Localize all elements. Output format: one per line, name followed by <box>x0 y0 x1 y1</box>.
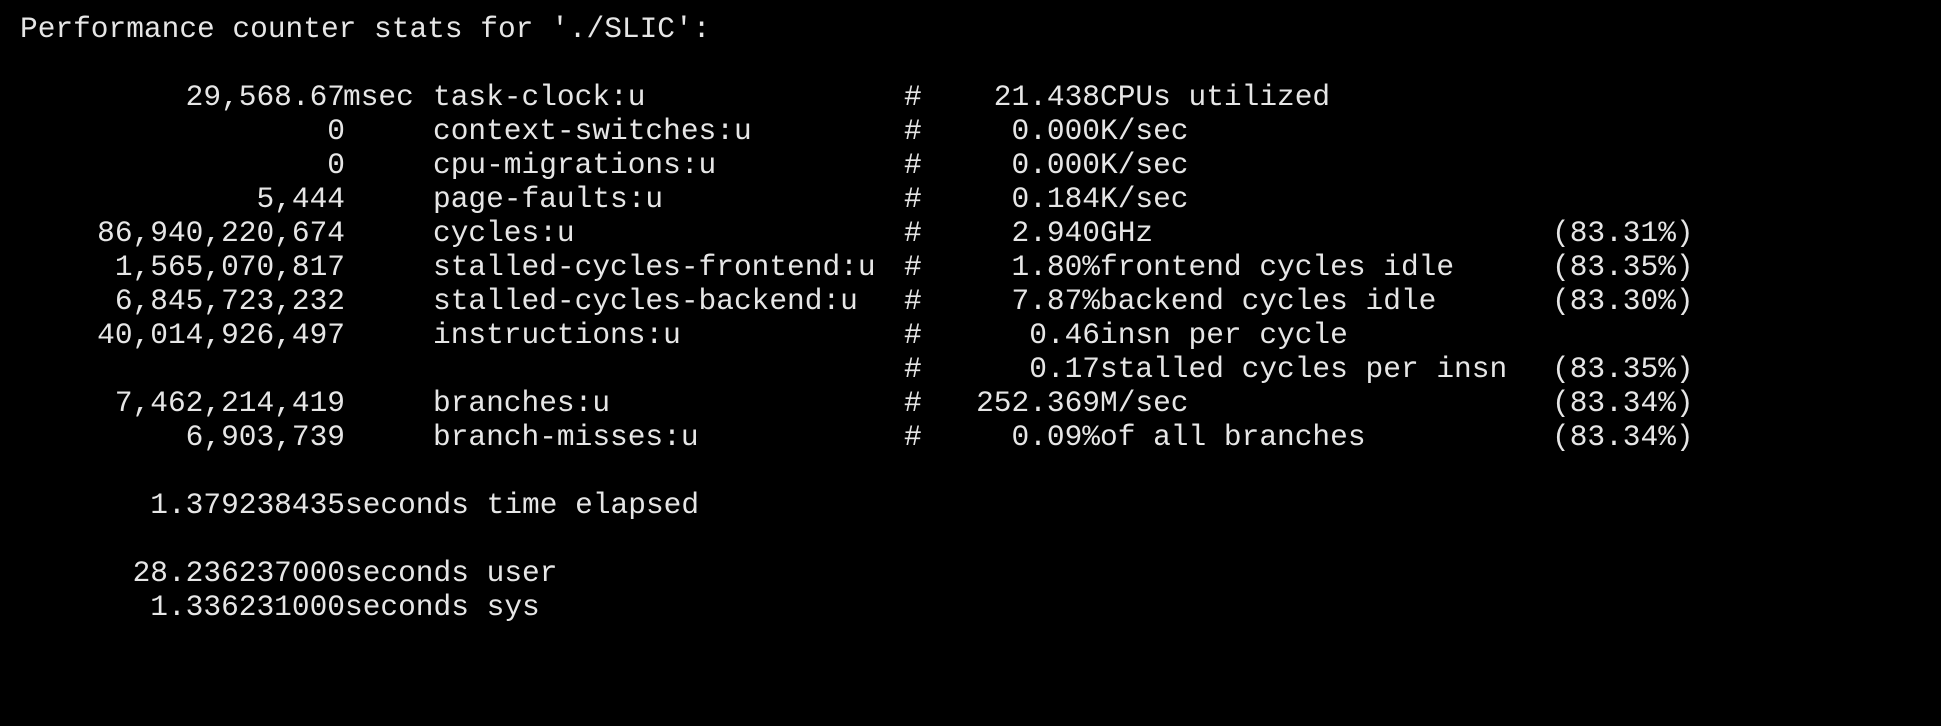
sys-time-value: 1.336231000 <box>150 590 345 624</box>
counter-metric-value: 2.940 <box>1011 216 1100 250</box>
comment-hash: # <box>904 148 922 182</box>
sys-time-label: seconds sys <box>345 590 540 624</box>
counter-row: 1,565,070,817 stalled-cycles-frontend:u #1… <box>20 250 1941 284</box>
counter-metric-desc: M/sec <box>1100 386 1189 420</box>
user-time-line: 28.236237000 seconds user <box>20 556 1941 590</box>
counter-metric-value: 21.438 <box>993 80 1100 114</box>
comment-hash: # <box>904 420 922 454</box>
counter-count: 6,845,723,232 <box>114 284 345 318</box>
counter-event: stalled-cycles-backend:u <box>433 284 858 318</box>
counter-metric-desc: insn per cycle <box>1100 318 1348 352</box>
counter-metric-value: 0.09% <box>1011 420 1100 454</box>
counter-count: 1,565,070,817 <box>114 250 345 284</box>
counter-event: cpu-migrations:u <box>433 148 717 182</box>
counter-metric-desc: K/sec <box>1100 148 1189 182</box>
counter-count: 40,014,926,497 <box>97 318 345 352</box>
counter-count: 6,903,739 <box>185 420 345 454</box>
elapsed-label: seconds time elapsed <box>345 488 700 522</box>
user-time-value: 28.236237000 <box>132 556 345 590</box>
counter-metric-desc: K/sec <box>1100 114 1189 148</box>
counter-event: page-faults:u <box>433 182 664 216</box>
comment-hash: # <box>904 352 922 386</box>
counter-metric-desc: stalled cycles per insn <box>1100 352 1508 386</box>
counter-metric-value: 7.87% <box>1011 284 1100 318</box>
counter-metric-value: 252.369 <box>976 386 1100 420</box>
counter-scaling-percent: (83.30%) <box>1552 284 1694 318</box>
counter-metric-desc: GHz <box>1100 216 1154 250</box>
counter-row: 5,444 page-faults:u #0.184 K/sec <box>20 182 1941 216</box>
counter-row: 6,903,739 branch-misses:u #0.09% of all bra… <box>20 420 1941 454</box>
counter-count: 0 <box>327 148 345 182</box>
counter-row: 6,845,723,232 stalled-cycles-backend:u #7.… <box>20 284 1941 318</box>
terminal-window: Performance counter stats for './SLIC': … <box>0 0 1941 643</box>
sys-time-line: 1.336231000 seconds sys <box>20 590 1941 624</box>
counter-count: 7,462,214,419 <box>114 386 345 420</box>
comment-hash: # <box>904 250 922 284</box>
counter-event: branches:u <box>433 386 611 420</box>
counter-event: stalled-cycles-frontend:u <box>433 250 876 284</box>
counter-metric-value: 0.46 <box>1029 318 1100 352</box>
comment-hash: # <box>904 386 922 420</box>
counter-count: 86,940,220,674 <box>97 216 345 250</box>
perf-header-line: Performance counter stats for './SLIC': <box>20 12 1941 46</box>
comment-hash: # <box>904 182 922 216</box>
comment-hash: # <box>904 284 922 318</box>
elapsed-line: 1.379238435 seconds time elapsed <box>20 488 1941 522</box>
counter-scaling-percent: (83.34%) <box>1552 420 1694 454</box>
comment-hash: # <box>904 80 922 114</box>
perf-header: Performance counter stats for './SLIC': <box>20 12 711 46</box>
counter-event: cycles:u <box>433 216 575 250</box>
counter-unit: msec <box>343 80 414 114</box>
counter-row: #0.17 stalled cycles per insn (83.35%) <box>20 352 1941 386</box>
counter-event: instructions:u <box>433 318 681 352</box>
counter-scaling-percent: (83.34%) <box>1552 386 1694 420</box>
elapsed-value: 1.379238435 <box>150 488 345 522</box>
counter-scaling-percent: (83.31%) <box>1552 216 1694 250</box>
counter-row: 7,462,214,419 branches:u #252.369 M/sec (83.… <box>20 386 1941 420</box>
counter-row: 0 cpu-migrations:u #0.000 K/sec <box>20 148 1941 182</box>
counter-metric-desc: frontend cycles idle <box>1100 250 1455 284</box>
counter-scaling-percent: (83.35%) <box>1552 352 1694 386</box>
counter-metric-desc: K/sec <box>1100 182 1189 216</box>
counter-metric-value: 0.184 <box>1011 182 1100 216</box>
counter-event: context-switches:u <box>433 114 752 148</box>
counter-metric-desc: backend cycles idle <box>1100 284 1437 318</box>
counter-list: 29,568.67 msec task-clock:u #21.438 CPUs uti… <box>20 80 1941 454</box>
counter-event: task-clock:u <box>433 80 646 114</box>
comment-hash: # <box>904 114 922 148</box>
counter-count: 5,444 <box>256 182 345 216</box>
counter-row: 29,568.67 msec task-clock:u #21.438 CPUs uti… <box>20 80 1941 114</box>
counter-count: 29,568.67 <box>185 80 345 114</box>
counter-metric-desc: CPUs utilized <box>1100 80 1331 114</box>
comment-hash: # <box>904 318 922 352</box>
counter-row: 0 context-switches:u #0.000 K/sec <box>20 114 1941 148</box>
counter-scaling-percent: (83.35%) <box>1552 250 1694 284</box>
counter-metric-desc: of all branches <box>1100 420 1366 454</box>
counter-row: 86,940,220,674 cycles:u #2.940 GHz (83.31%) <box>20 216 1941 250</box>
counter-metric-value: 0.000 <box>1011 148 1100 182</box>
counter-metric-value: 0.000 <box>1011 114 1100 148</box>
counter-metric-value: 0.17 <box>1029 352 1100 386</box>
counter-event: branch-misses:u <box>433 420 699 454</box>
user-time-label: seconds user <box>345 556 558 590</box>
comment-hash: # <box>904 216 922 250</box>
counter-row: 40,014,926,497 instructions:u #0.46 insn pe… <box>20 318 1941 352</box>
counter-metric-value: 1.80% <box>1011 250 1100 284</box>
counter-count: 0 <box>327 114 345 148</box>
